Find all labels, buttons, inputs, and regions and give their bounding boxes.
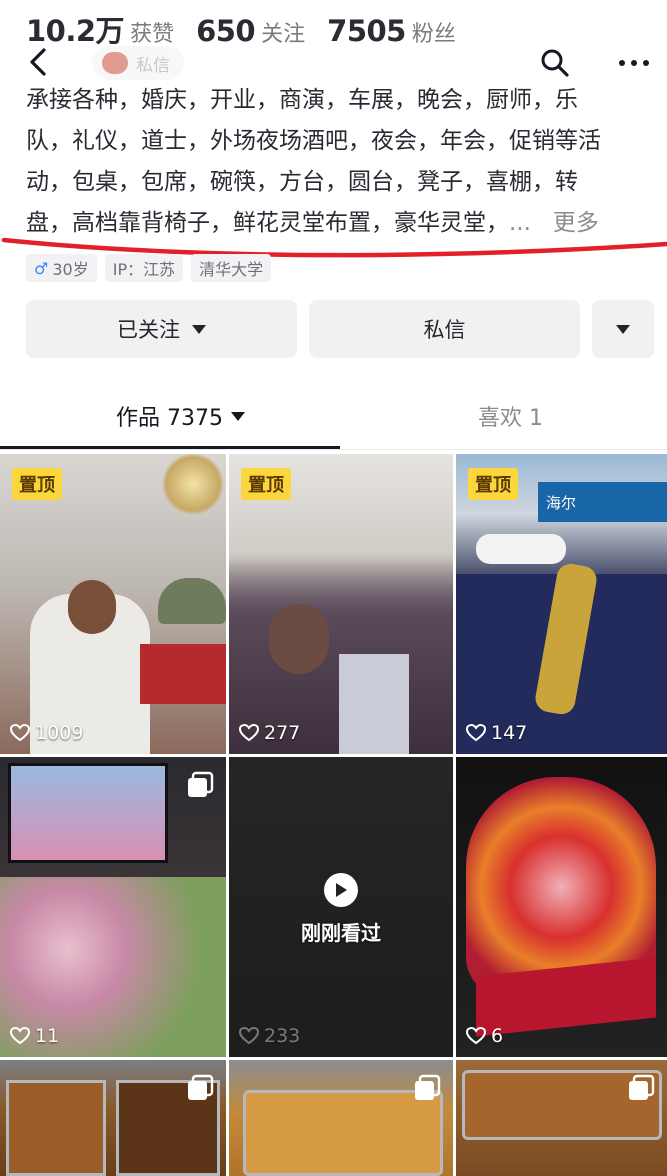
mini-avatar <box>102 52 128 74</box>
multi-image-icon <box>415 1074 441 1100</box>
following-button-label: 已关注 <box>117 318 180 342</box>
age-label: 30岁 <box>52 260 89 279</box>
food-tray-shape <box>243 1090 443 1176</box>
like-count-value: 6 <box>491 1025 504 1047</box>
person-head-shape <box>68 580 116 634</box>
more-options-icon[interactable] <box>612 46 656 80</box>
search-icon[interactable] <box>538 46 572 80</box>
video-tile[interactable]: 刚刚看过 233 <box>229 757 453 1057</box>
like-count: 11 <box>10 1025 59 1047</box>
back-arrow-icon[interactable] <box>22 44 58 80</box>
heart-icon <box>239 1027 259 1045</box>
profile-tags: ♂ 30岁 IP：江苏 清华大学 <box>26 254 272 282</box>
video-tile[interactable]: 海尔 置顶 147 <box>456 454 667 754</box>
followers-count: 7505 <box>327 14 406 48</box>
school-tag[interactable]: 清华大学 <box>191 254 272 282</box>
striped-shirt-shape <box>339 654 409 754</box>
pinned-badge: 置顶 <box>12 468 62 500</box>
multi-image-icon <box>629 1074 655 1100</box>
shop-sign: 海尔 <box>538 482 667 522</box>
followers-label: 粉丝 <box>411 22 456 47</box>
heart-icon <box>239 724 259 742</box>
stat-following[interactable]: 650 关注 <box>196 14 305 48</box>
like-count-value: 233 <box>264 1025 301 1047</box>
bio-last-line: 盘，高档靠背椅子，鲜花灵堂布置，豪华灵堂，... 更多 <box>26 203 656 244</box>
recently-watched-indicator: 刚刚看过 <box>229 873 453 946</box>
multi-image-icon <box>188 1074 214 1100</box>
chandelier-shape <box>160 454 226 514</box>
play-icon <box>324 873 358 907</box>
like-count: 277 <box>239 722 300 744</box>
like-count: 147 <box>466 722 527 744</box>
profile-bio: 承接各种，婚庆，开业，商演，车展，晚会，厨师，乐 队，礼仪，道士，外场夜场酒吧，… <box>26 80 656 244</box>
chevron-down-icon <box>230 411 245 421</box>
heart-icon <box>10 1027 30 1045</box>
white-hat-shape <box>476 534 566 564</box>
hat-shape <box>158 578 226 624</box>
video-tile[interactable]: 置顶 277 <box>229 454 453 754</box>
video-tile[interactable] <box>229 1060 453 1176</box>
profile-stats: 10.2万 获赞 650 关注 7505 粉丝 <box>26 8 456 50</box>
bio-more-link[interactable]: 更多 <box>553 210 599 236</box>
tab-likes-label: 喜欢 1 <box>478 406 543 431</box>
like-count-value: 11 <box>35 1025 60 1047</box>
red-cloth-shape <box>140 644 226 704</box>
like-count-value: 277 <box>264 722 301 744</box>
following-button[interactable]: 已关注 <box>26 300 297 358</box>
video-tile[interactable]: 置顶 1009 <box>0 454 226 754</box>
message-button-label: 私信 <box>423 318 466 342</box>
chevron-down-icon <box>192 324 206 334</box>
heart-icon <box>10 724 30 742</box>
heart-icon <box>466 724 486 742</box>
header-message-label: 私信 <box>136 55 170 76</box>
tab-divider <box>0 449 667 450</box>
following-count: 650 <box>196 14 256 48</box>
like-count: 233 <box>239 1025 300 1047</box>
pinned-badge: 置顶 <box>241 468 291 500</box>
memorial-screen-shape <box>8 763 168 863</box>
bio-line: 承接各种，婚庆，开业，商演，车展，晚会，厨师，乐 <box>26 87 578 113</box>
bio-ellipsis: ... <box>509 210 531 236</box>
video-tile[interactable] <box>456 1060 667 1176</box>
person-head-shape <box>269 604 329 674</box>
bio-line: 队，礼仪，道士，外场夜场酒吧，夜会，年会，促销等活 <box>26 128 601 154</box>
food-tray-shape <box>6 1080 106 1176</box>
bio-line: 盘，高档靠背椅子，鲜花灵堂布置，豪华灵堂， <box>26 210 509 236</box>
like-count: 1009 <box>10 722 83 744</box>
male-icon: ♂ <box>34 258 49 278</box>
pinned-badge: 置顶 <box>468 468 518 500</box>
recommend-dropdown-button[interactable] <box>592 300 654 358</box>
tab-works-label: 作品 7375 <box>116 406 223 431</box>
multi-image-icon <box>188 771 214 797</box>
like-count-value: 1009 <box>35 722 84 744</box>
likes-label: 获赞 <box>130 22 175 47</box>
video-tile[interactable]: 6 <box>456 757 667 1057</box>
tab-works[interactable]: 作品 7375 <box>116 400 245 432</box>
chevron-down-icon <box>616 324 630 334</box>
stat-followers[interactable]: 7505 粉丝 <box>327 14 456 48</box>
bio-line: 动，包桌，包席，碗筷，方台，圆台，凳子，喜棚，转 <box>26 169 578 195</box>
like-count-value: 147 <box>491 722 528 744</box>
recently-watched-label: 刚刚看过 <box>301 921 381 945</box>
ip-tag: IP：江苏 <box>104 254 184 282</box>
following-label: 关注 <box>261 22 306 47</box>
header-message-pill[interactable]: 私信 <box>92 46 184 80</box>
video-tile[interactable]: 11 <box>0 757 226 1057</box>
heart-icon <box>466 1027 486 1045</box>
video-tile[interactable] <box>0 1060 226 1176</box>
tab-likes[interactable]: 喜欢 1 <box>478 400 543 432</box>
gender-age-tag: ♂ 30岁 <box>26 254 97 282</box>
like-count: 6 <box>466 1025 503 1047</box>
message-button[interactable]: 私信 <box>309 300 580 358</box>
